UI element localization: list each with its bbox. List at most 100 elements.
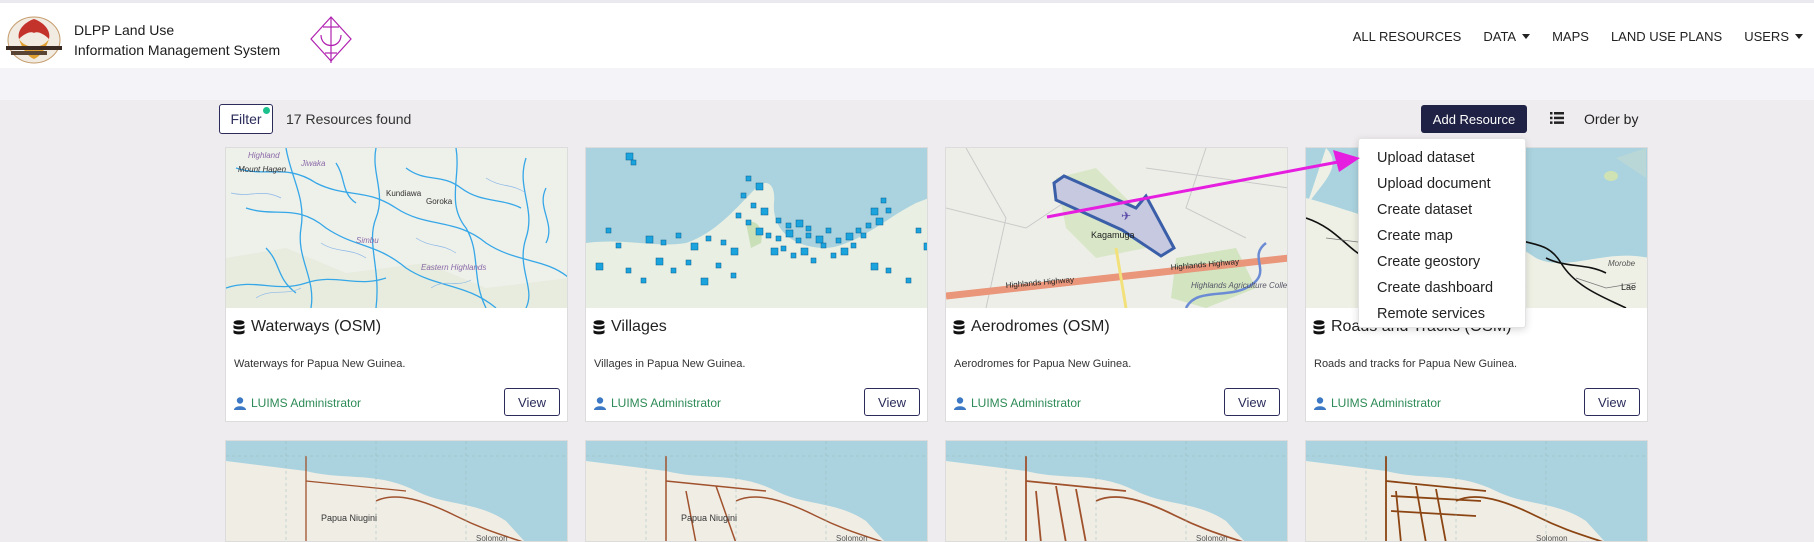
resource-thumbnail[interactable]: [586, 148, 928, 308]
resource-card[interactable]: Papua Niugini Solomon: [225, 440, 568, 542]
menu-item-upload-document[interactable]: Upload document: [1359, 171, 1525, 197]
village-marker: [795, 219, 804, 228]
database-icon: [593, 319, 605, 334]
database-icon: [233, 319, 245, 334]
chevron-down-icon: [1522, 34, 1531, 39]
order-by-dropdown[interactable]: Order by: [1584, 111, 1638, 127]
nav-users[interactable]: USERS: [1733, 29, 1814, 44]
resource-owner-name: LUIMS Administrator: [611, 396, 722, 410]
village-marker: [745, 175, 752, 182]
view-button[interactable]: View: [1224, 388, 1280, 416]
resource-owner[interactable]: LUIMS Administrator: [234, 396, 361, 410]
user-icon: [1314, 396, 1326, 410]
resource-thumbnail[interactable]: Papua Niugini Solomon: [226, 441, 568, 542]
nav-data-label: DATA: [1483, 29, 1517, 44]
nav-data[interactable]: DATA: [1472, 29, 1541, 44]
village-marker: [830, 252, 837, 259]
list-view-icon[interactable]: [1550, 112, 1564, 124]
village-marker: [810, 257, 817, 264]
site-brand[interactable]: DLPP Land Use Information Management Sys…: [74, 20, 280, 60]
resource-thumbnail[interactable]: Solomon: [1306, 441, 1648, 542]
resource-title-text: Waterways (OSM): [251, 318, 382, 335]
resource-owner[interactable]: LUIMS Administrator: [594, 396, 721, 410]
add-resource-button[interactable]: Add Resource: [1421, 105, 1527, 133]
nav-all-resources[interactable]: ALL RESOURCES: [1342, 29, 1473, 44]
airport-icon: ✈: [1121, 209, 1131, 223]
village-marker: [840, 247, 849, 256]
village-marker: [815, 235, 824, 244]
png-emblem-logo[interactable]: [3, 13, 65, 67]
village-marker: [825, 227, 832, 234]
map-label: Solomon: [476, 534, 508, 542]
map-label: Simbu: [356, 236, 379, 245]
user-icon: [594, 396, 606, 410]
village-marker: [645, 235, 654, 244]
nav-land-use-plans[interactable]: LAND USE PLANS: [1600, 29, 1733, 44]
village-marker: [655, 257, 664, 266]
village-marker: [915, 227, 922, 234]
village-marker: [845, 232, 854, 241]
resource-card[interactable]: Papua Niugini Solomon: [585, 440, 928, 542]
village-marker: [785, 229, 794, 238]
resource-thumbnail[interactable]: Papua Niugini Solomon: [586, 441, 928, 542]
view-button[interactable]: View: [1584, 388, 1640, 416]
village-marker: [870, 207, 879, 216]
map-label: Mount Hagen: [238, 165, 287, 174]
resource-card[interactable]: Highland Mount Hagen Jiwaka Kundiawa Gor…: [225, 147, 568, 422]
menu-item-create-map[interactable]: Create map: [1359, 223, 1525, 249]
resource-title[interactable]: Aerodromes (OSM): [953, 318, 1110, 336]
view-button[interactable]: View: [864, 388, 920, 416]
view-button[interactable]: View: [504, 388, 560, 416]
add-resource-label: Add Resource: [1432, 111, 1516, 127]
resource-owner-name: LUIMS Administrator: [971, 396, 1082, 410]
resource-thumbnail[interactable]: ✈ Kagamuga Highlands Highway Highlands H…: [946, 148, 1288, 308]
village-marker: [835, 237, 842, 244]
resource-owner[interactable]: LUIMS Administrator: [1314, 396, 1441, 410]
filter-button[interactable]: Filter: [219, 104, 273, 134]
resource-title[interactable]: Waterways (OSM): [233, 318, 381, 336]
map-label: Papua Niugini: [681, 513, 737, 523]
map-label: Highland: [248, 151, 280, 160]
map-label: Kundiawa: [386, 189, 422, 198]
nav-maps[interactable]: MAPS: [1541, 29, 1600, 44]
resource-thumbnail[interactable]: Highland Mount Hagen Jiwaka Kundiawa Gor…: [226, 148, 568, 308]
menu-item-create-dashboard[interactable]: Create dashboard: [1359, 275, 1525, 301]
sub-header-band: [0, 68, 1814, 100]
resource-description: Roads and tracks for Papua New Guinea.: [1314, 358, 1518, 370]
resource-thumbnail[interactable]: Solomon: [946, 441, 1288, 542]
resource-title[interactable]: Villages: [593, 318, 667, 336]
user-icon: [234, 396, 246, 410]
village-marker: [625, 152, 634, 161]
menu-item-create-geostory[interactable]: Create geostory: [1359, 249, 1525, 275]
resource-owner-name: LUIMS Administrator: [1331, 396, 1442, 410]
village-marker: [805, 225, 812, 232]
village-marker: [795, 237, 802, 244]
resource-owner[interactable]: LUIMS Administrator: [954, 396, 1081, 410]
main-nav: ALL RESOURCES DATA MAPS LAND USE PLANS U…: [1342, 29, 1814, 44]
map-label: Highlands Agriculture College: [1191, 281, 1288, 290]
village-marker: [715, 262, 722, 269]
map-label: Goroka: [426, 197, 453, 206]
village-marker: [820, 242, 827, 249]
village-marker: [870, 262, 879, 271]
village-marker: [785, 222, 792, 229]
resource-card[interactable]: Villages Villages in Papua New Guinea. L…: [585, 147, 928, 422]
active-filter-indicator: [263, 107, 270, 114]
menu-item-remote-services[interactable]: Remote services: [1359, 301, 1525, 327]
village-marker: [735, 212, 742, 219]
add-resource-menu: Upload dataset Upload document Create da…: [1358, 138, 1526, 328]
menu-item-upload-dataset[interactable]: Upload dataset: [1359, 145, 1525, 171]
village-marker: [800, 247, 809, 256]
resource-card[interactable]: ✈ Kagamuga Highlands Highway Highlands H…: [945, 147, 1288, 422]
menu-item-create-dataset[interactable]: Create dataset: [1359, 197, 1525, 223]
database-icon: [953, 319, 965, 334]
village-marker: [875, 217, 884, 226]
result-count: 17 Resources found: [286, 111, 412, 127]
resource-owner-name: LUIMS Administrator: [251, 396, 362, 410]
village-marker: [630, 159, 637, 166]
resource-card[interactable]: Solomon: [1305, 440, 1648, 542]
resource-card[interactable]: Solomon: [945, 440, 1288, 542]
nav-maps-label: MAPS: [1552, 29, 1589, 44]
village-marker: [775, 217, 782, 224]
village-marker: [905, 277, 912, 284]
